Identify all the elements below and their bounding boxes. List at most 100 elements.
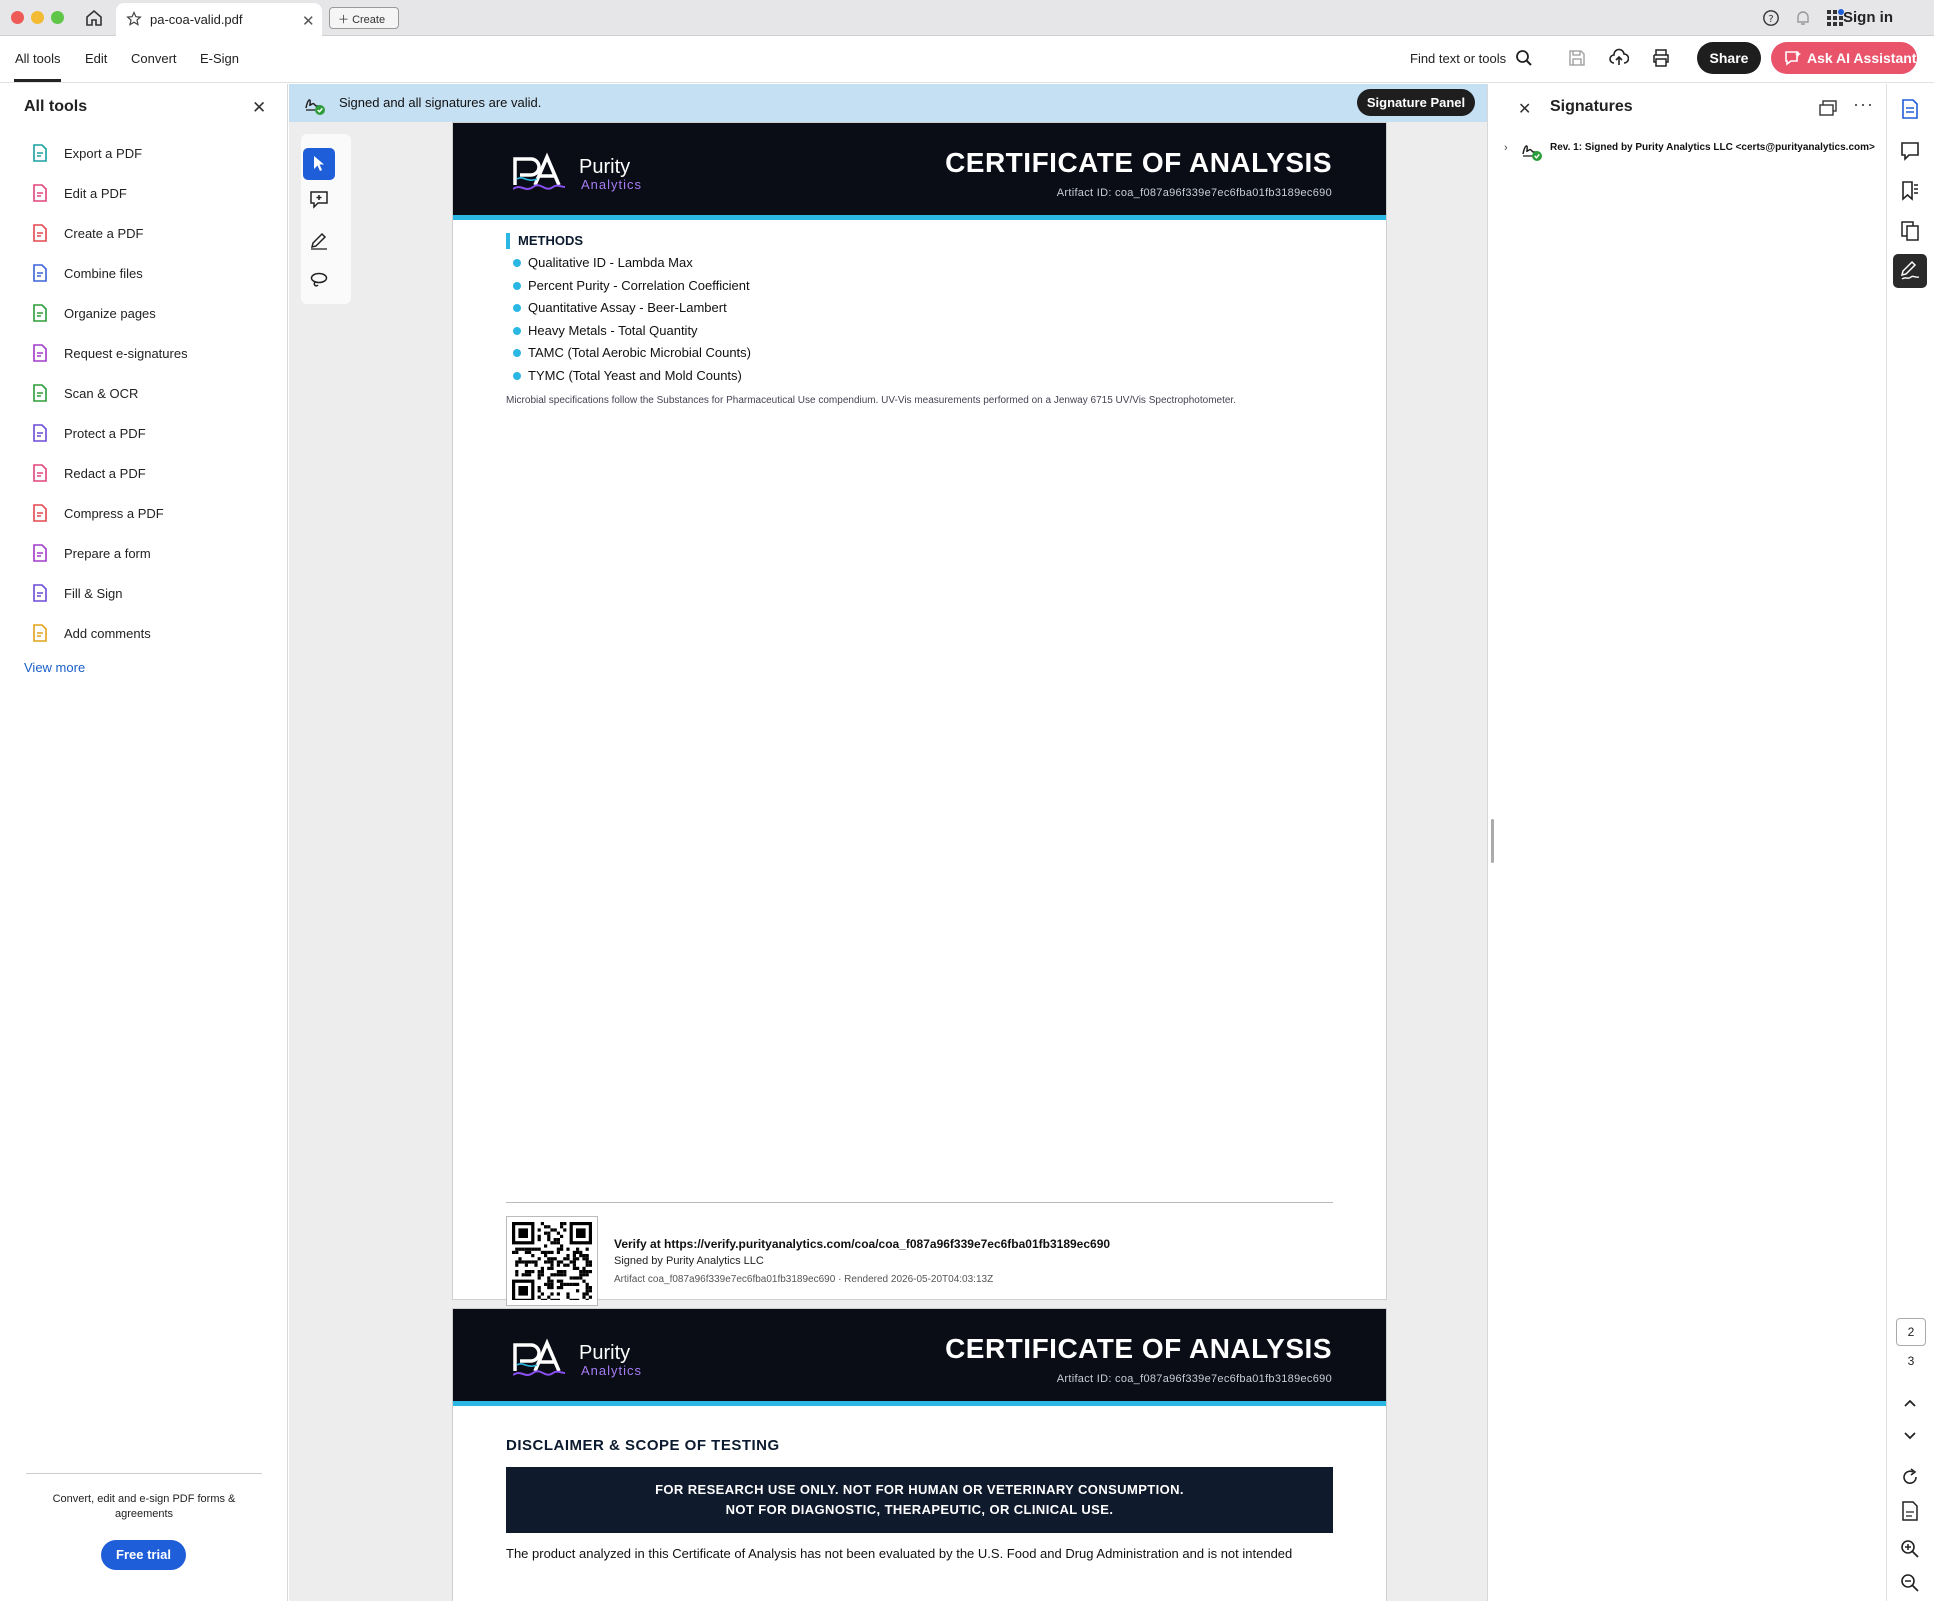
tool-label: Edit a PDF [64,186,127,201]
view-more-link[interactable]: View more [24,660,85,675]
tool-label: Organize pages [64,306,156,321]
plus-icon: ＋ [338,14,349,26]
menu-edit[interactable]: Edit [85,51,107,66]
signatures-panel: ✕ Signatures ··· › Rev. 1: Signed by Pur… [1487,84,1886,1601]
bookmarks-icon[interactable] [1899,180,1921,202]
tool-fill-sign[interactable]: Fill & Sign [30,579,270,609]
signatures-title: Signatures [1550,98,1633,115]
tool-combine-files[interactable]: Combine files [30,259,270,289]
disclaimer-paragraph: The product analyzed in this Certificate… [506,1546,1293,1561]
tool-protect-pdf[interactable]: Protect a PDF [30,419,270,449]
pages-thumbnails-icon[interactable] [1899,220,1921,242]
tool-create-pdf[interactable]: Create a PDF [30,219,270,249]
tool-label: Combine files [64,266,143,281]
rotate-icon[interactable] [1899,1466,1921,1488]
next-page-number[interactable]: 3 [1896,1354,1926,1368]
print-icon[interactable] [1651,48,1671,68]
minimize-window-button[interactable] [31,11,44,24]
rendered-text: Artifact coa_f087a96f339e7ec6fba01fb3189… [614,1274,994,1285]
purity-analytics-logo: Purity Analytics [513,1337,683,1381]
sign-in-button[interactable]: Sign in [1843,9,1893,26]
tool-label: Request e-signatures [64,346,188,361]
tool-label: Export a PDF [64,146,143,161]
signature-valid-icon [303,92,327,116]
signature-pen-icon [1899,260,1921,282]
method-label: Heavy Metals - Total Quantity [528,322,698,338]
star-icon[interactable] [126,11,142,27]
apps-grid-icon[interactable] [1826,9,1844,27]
bullet [513,371,521,380]
tool-redact-pdf[interactable]: Redact a PDF [30,459,270,489]
protect-pdf-icon [30,423,50,443]
close-panel-icon[interactable]: ✕ [252,98,266,118]
menu-all-tools[interactable]: All tools [15,51,61,66]
close-tab-icon[interactable]: ✕ [302,12,315,30]
current-page-field[interactable]: 2 [1896,1318,1926,1346]
disclaimer-heading: DISCLAIMER & SCOPE OF TESTING [506,1437,780,1454]
lasso-icon[interactable] [309,270,329,290]
panel-resize-handle[interactable] [1491,819,1494,863]
tool-label: Fill & Sign [64,586,123,601]
verification-qr-code[interactable] [506,1216,598,1306]
tool-label: Scan & OCR [64,386,139,401]
all-tools-panel: All tools ✕ Export a PDF Edit a PDF Create… [0,84,288,1601]
brand-name: Purity [579,156,630,178]
previous-page-icon[interactable] [1899,1392,1921,1414]
svg-text:?: ? [1768,14,1773,25]
menu-bar: All tools Edit Convert E-Sign Find text … [0,36,1934,83]
signature-entry[interactable]: › Rev. 1: Signed by Purity Analytics LLC… [1504,138,1875,162]
document-properties-icon[interactable] [1899,98,1921,120]
create-button[interactable]: ＋ Create [329,7,399,29]
all-tools-title: All tools [24,98,88,115]
close-signatures-icon[interactable]: ✕ [1518,99,1531,119]
home-icon[interactable] [84,8,104,28]
document-viewer[interactable]: Signed and all signatures are valid. Sig… [289,84,1487,1601]
zoom-in-icon[interactable] [1899,1538,1921,1560]
expand-chevron-icon[interactable]: › [1504,142,1508,154]
menu-convert[interactable]: Convert [131,51,177,66]
tool-prepare-form[interactable]: Prepare a form [30,539,270,569]
close-window-button[interactable] [11,11,24,24]
tool-compress-pdf[interactable]: Compress a PDF [30,499,270,529]
page-layout-icon[interactable] [1899,1500,1921,1522]
fill-sign-icon [30,583,50,603]
artifact-id: Artifact ID: coa_f087a96f339e7ec6fba01fb… [1056,1373,1332,1385]
tool-label: Add comments [64,626,151,641]
bullet [513,326,521,335]
search-icon[interactable] [1515,49,1533,67]
tool-add-comments[interactable]: Add comments [30,619,270,649]
create-pdf-icon [30,223,50,243]
more-options-icon[interactable]: ··· [1853,94,1874,115]
next-page-icon[interactable] [1899,1424,1921,1446]
zoom-out-icon[interactable] [1899,1572,1921,1594]
draw-pen-icon[interactable] [309,230,329,250]
free-trial-button[interactable]: Free trial [101,1540,186,1570]
tool-export-pdf[interactable]: Export a PDF [30,139,270,169]
share-button[interactable]: Share [1697,42,1761,74]
find-text-or-tools[interactable]: Find text or tools [1410,51,1506,66]
comments-icon[interactable] [1899,140,1921,162]
tool-label: Protect a PDF [64,426,146,441]
signatures-rail-button[interactable] [1893,254,1927,288]
save-icon[interactable] [1568,49,1586,67]
add-comments-icon [30,623,50,643]
help-icon[interactable]: ? [1762,9,1780,27]
validate-all-icon[interactable] [1818,100,1838,118]
verify-url[interactable]: Verify at https://verify.purityanalytics… [614,1237,1110,1251]
tool-edit-pdf[interactable]: Edit a PDF [30,179,270,209]
tool-request-esign[interactable]: Request e-signatures [30,339,270,369]
tool-scan-ocr[interactable]: Scan & OCR [30,379,270,409]
upload-cloud-icon[interactable] [1609,48,1629,68]
notifications-bell-icon[interactable] [1794,9,1812,27]
tool-organize-pages[interactable]: Organize pages [30,299,270,329]
bullet [513,349,521,357]
zoom-window-button[interactable] [51,11,64,24]
add-comment-icon[interactable] [309,190,329,210]
bullet [513,259,521,267]
menu-esign[interactable]: E-Sign [200,51,239,66]
document-tab[interactable]: pa-coa-valid.pdf ✕ [116,3,322,36]
ask-ai-label: Ask AI Assistant [1807,50,1917,66]
select-tool-button[interactable] [303,148,335,180]
signature-panel-button[interactable]: Signature Panel [1357,89,1475,116]
ask-ai-assistant-button[interactable]: Ask AI Assistant [1771,42,1917,74]
